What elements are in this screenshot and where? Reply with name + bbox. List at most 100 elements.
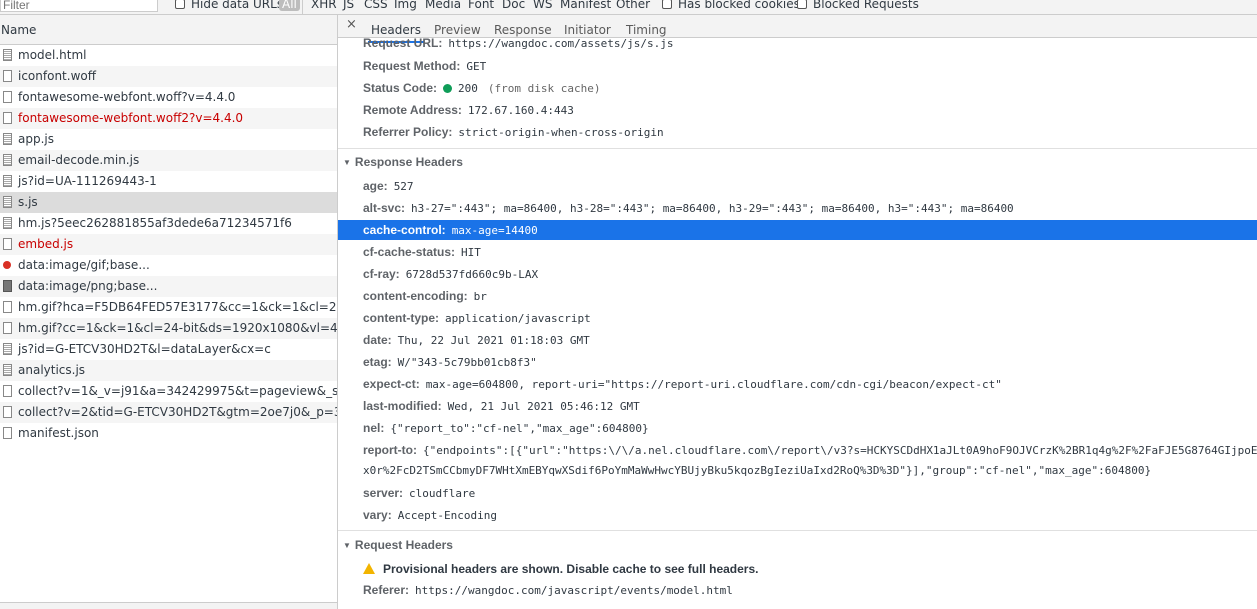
response-header-row[interactable]: vary: Accept-Encoding	[363, 508, 497, 522]
name-column-header[interactable]: Name	[1, 23, 36, 37]
tab-timing[interactable]: Timing	[626, 23, 667, 37]
filter-type-ws[interactable]: WS	[533, 0, 552, 11]
request-name: model.html	[18, 48, 87, 62]
request-name: js?id=UA-111269443-1	[18, 174, 157, 188]
header-value-continuation: x0r%2FcD2TSmCCbmyDF7WHtXmEBYqwXSdif6PoYm…	[363, 464, 1152, 477]
request-method-row: Request Method: GET	[363, 59, 486, 73]
response-header-row[interactable]: cache-control: max-age=14400	[338, 220, 1257, 240]
tab-initiator[interactable]: Initiator	[564, 23, 611, 37]
status-note: (from disk cache)	[487, 82, 601, 95]
response-header-row[interactable]: server: cloudflare	[363, 486, 475, 500]
request-row[interactable]: data:image/gif;base...	[0, 255, 337, 276]
request-row[interactable]: fontawesome-webfont.woff2?v=4.4.0	[0, 108, 337, 129]
request-headers-toggle[interactable]: ▼ Request Headers	[343, 538, 453, 552]
header-value: br	[473, 290, 487, 303]
checkbox-box[interactable]	[175, 0, 185, 9]
filter-type-all[interactable]: All	[279, 0, 300, 11]
expand-triangle-icon: ▼	[343, 158, 351, 167]
filter-type-img[interactable]: Img	[394, 0, 417, 11]
request-name: manifest.json	[18, 426, 99, 440]
file-icon	[3, 301, 12, 313]
script-icon	[3, 196, 12, 208]
request-list: model.html iconfont.woff fontawesome-webfo…	[0, 45, 337, 444]
status-ok-icon	[443, 84, 453, 93]
request-row[interactable]: collect?v=2&tid=G-ETCV30HD2T&gtm=2oe7j0&…	[0, 402, 337, 423]
response-header-row[interactable]: alt-svc: h3-27=":443"; ma=86400, h3-28=":…	[363, 201, 1014, 215]
close-icon[interactable]: ×	[346, 17, 357, 32]
checkbox-box[interactable]	[662, 0, 672, 9]
response-header-row[interactable]: content-type: application/javascript	[363, 311, 591, 325]
request-name: hm.js?5eec262881855af3dede6a71234571f6	[18, 216, 292, 230]
blocked-requests-label: Blocked Requests	[813, 0, 919, 11]
checkbox-box[interactable]	[797, 0, 807, 9]
filter-type-css[interactable]: CSS	[364, 0, 388, 11]
request-row[interactable]: hm.js?5eec262881855af3dede6a71234571f6	[0, 213, 337, 234]
request-url-row: Request URL: https://wangdoc.com/assets/j…	[363, 36, 674, 50]
response-header-row[interactable]: etag: W/"343-5c79bb01cb8f3"	[363, 355, 537, 369]
list-scrollbar[interactable]	[0, 602, 337, 609]
tab-headers[interactable]: Headers	[368, 23, 424, 43]
request-row[interactable]: s.js	[0, 192, 337, 213]
request-row[interactable]: iconfont.woff	[0, 66, 337, 87]
header-value: 527	[393, 180, 414, 193]
section-divider	[338, 148, 1257, 149]
header-value: {"report_to":"cf-nel","max_age":604800}	[390, 422, 649, 435]
response-header-row[interactable]: cf-cache-status: HIT	[363, 245, 481, 259]
tab-preview[interactable]: Preview	[434, 23, 481, 37]
filter-type-media[interactable]: Media	[425, 0, 461, 11]
response-header-row[interactable]: expect-ct: max-age=604800, report-uri="ht…	[363, 377, 1002, 391]
header-key: alt-svc:	[363, 201, 406, 215]
status-code-row: Status Code: 200 (from disk cache)	[363, 81, 600, 95]
request-name: email-decode.min.js	[18, 153, 140, 167]
header-key: Status Code:	[363, 81, 438, 95]
response-headers-toggle[interactable]: ▼ Response Headers	[343, 155, 463, 169]
filter-input[interactable]	[0, 0, 158, 12]
filter-type-font[interactable]: Font	[468, 0, 494, 11]
script-icon	[3, 175, 12, 187]
request-name: hm.gif?hca=F5DB64FED57E3177&cc=1&ck=1&cl…	[18, 300, 337, 314]
file-icon	[3, 238, 12, 250]
tab-response[interactable]: Response	[494, 23, 552, 37]
header-key: Referrer Policy:	[363, 125, 453, 139]
header-key: cache-control:	[363, 223, 446, 237]
request-row[interactable]: collect?v=1&_v=j91&a=342429975&t=pagevie…	[0, 381, 337, 402]
has-blocked-cookies-checkbox[interactable]: Has blocked cookies	[662, 0, 800, 11]
response-header-row[interactable]: age: 527	[363, 179, 414, 193]
filter-type-xhr[interactable]: XHR	[311, 0, 337, 11]
filter-type-manifest[interactable]: Manifest	[560, 0, 611, 11]
request-name: iconfont.woff	[18, 69, 96, 83]
request-row[interactable]: email-decode.min.js	[0, 150, 337, 171]
request-row[interactable]: hm.gif?hca=F5DB64FED57E3177&cc=1&ck=1&cl…	[0, 297, 337, 318]
request-list-panel: Name model.html iconfont.woff fontawesome-…	[0, 15, 338, 609]
response-header-row[interactable]: report-to: {"endpoints":[{"url":"https:\/…	[363, 443, 1257, 457]
request-row[interactable]: embed.js	[0, 234, 337, 255]
response-header-row[interactable]: last-modified: Wed, 21 Jul 2021 05:46:12 …	[363, 399, 640, 413]
response-header-row[interactable]: nel: {"report_to":"cf-nel","max_age":6048…	[363, 421, 649, 435]
header-key: cf-ray:	[363, 267, 400, 281]
request-row[interactable]: fontawesome-webfont.woff?v=4.4.0	[0, 87, 337, 108]
filter-type-doc[interactable]: Doc	[502, 0, 525, 11]
request-row[interactable]: data:image/png;base...	[0, 276, 337, 297]
script-icon	[3, 217, 12, 229]
request-headers-title: Request Headers	[354, 538, 453, 552]
header-value: GET	[466, 60, 487, 73]
request-row[interactable]: js?id=UA-111269443-1	[0, 171, 337, 192]
response-header-row[interactable]: content-encoding: br	[363, 289, 487, 303]
header-value: W/"343-5c79bb01cb8f3"	[397, 356, 537, 369]
request-row[interactable]: manifest.json	[0, 423, 337, 444]
response-header-row[interactable]: cf-ray: 6728d537fd660c9b-LAX	[363, 267, 538, 281]
hide-data-urls-checkbox[interactable]: Hide data URLs	[175, 0, 283, 11]
request-row[interactable]: model.html	[0, 45, 337, 66]
header-key: nel:	[363, 421, 385, 435]
response-header-row[interactable]: date: Thu, 22 Jul 2021 01:18:03 GMT	[363, 333, 590, 347]
request-row[interactable]: js?id=G-ETCV30HD2T&l=dataLayer&cx=c	[0, 339, 337, 360]
request-row[interactable]: hm.gif?cc=1&ck=1&cl=24-bit&ds=1920x1080&…	[0, 318, 337, 339]
request-row[interactable]: analytics.js	[0, 360, 337, 381]
filter-type-js[interactable]: JS	[343, 0, 354, 11]
request-row[interactable]: app.js	[0, 129, 337, 150]
header-value: cloudflare	[409, 487, 476, 500]
header-key: last-modified:	[363, 399, 442, 413]
header-value: application/javascript	[445, 312, 591, 325]
blocked-requests-checkbox[interactable]: Blocked Requests	[797, 0, 919, 11]
filter-type-other[interactable]: Other	[616, 0, 650, 11]
